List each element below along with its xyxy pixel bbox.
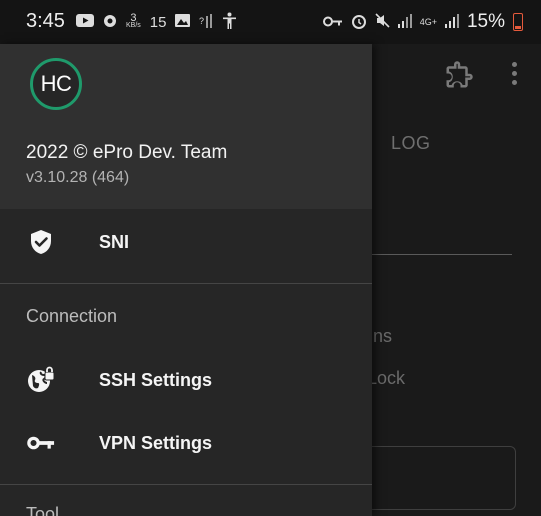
signal-icon-1 — [397, 13, 412, 31]
shield-check-icon — [27, 228, 55, 256]
svg-text:?: ? — [199, 16, 204, 26]
drawer-item-label: SNI — [99, 231, 130, 252]
settings-app-icon — [103, 14, 117, 31]
version-text: v3.10.28 (464) — [26, 169, 130, 186]
drawer-item-label: SSH Settings — [99, 369, 213, 390]
data-speed-value: 3 — [130, 12, 137, 24]
puzzle-icon[interactable] — [444, 60, 474, 90]
key-icon — [27, 429, 55, 457]
status-icons-left: 3 KB/s 15 ? — [76, 12, 237, 32]
tab-log[interactable]: LOG — [391, 133, 431, 154]
status-time: 3:45 — [26, 10, 65, 32]
data-speed-unit: KB/s — [126, 22, 141, 29]
drawer-item-ssh-settings[interactable]: SSH Settings — [0, 351, 372, 409]
status-icons-right: 4G+ 15% — [322, 11, 523, 33]
notification-count: 15 — [149, 13, 167, 31]
alarm-icon — [351, 13, 367, 32]
section-title-connection: Connection — [26, 306, 118, 326]
vpn-key-icon — [322, 14, 343, 30]
no-signal-icon: ? — [199, 13, 213, 31]
background-text-lock: Lock — [367, 368, 406, 388]
copyright-text: 2022 © ePro Dev. Team — [26, 142, 228, 163]
section-title-tool: Tool — [26, 504, 60, 516]
drawer-divider — [0, 283, 372, 284]
background-input-box — [372, 446, 516, 510]
more-options-icon[interactable] — [508, 62, 520, 90]
avatar: HC — [30, 58, 82, 110]
data-speed: 3 KB/s — [126, 12, 141, 30]
battery-icon — [513, 13, 523, 31]
status-bar: 3:45 3 KB/s 15 ? 4G+ 15% — [0, 0, 541, 44]
background-divider — [372, 254, 512, 255]
drawer-header: HC 2022 © ePro Dev. Team v3.10.28 (464) — [0, 44, 372, 209]
drawer-item-label: VPN Settings — [99, 432, 213, 453]
network-type: 4G+ — [419, 17, 437, 27]
drawer-item-vpn-settings[interactable]: VPN Settings — [0, 414, 372, 472]
gallery-icon — [175, 14, 191, 30]
accessibility-icon — [222, 12, 237, 32]
background-text-ns: ns — [373, 326, 393, 346]
battery-percent: 15% — [466, 11, 505, 32]
mute-icon — [375, 13, 390, 31]
navigation-drawer: HC 2022 © ePro Dev. Team v3.10.28 (464) … — [0, 44, 372, 516]
globe-lock-icon — [27, 366, 55, 394]
drawer-item-sni[interactable]: SNI — [0, 213, 372, 271]
drawer-divider — [0, 484, 372, 485]
youtube-icon — [76, 14, 94, 30]
signal-icon-2 — [444, 13, 459, 31]
